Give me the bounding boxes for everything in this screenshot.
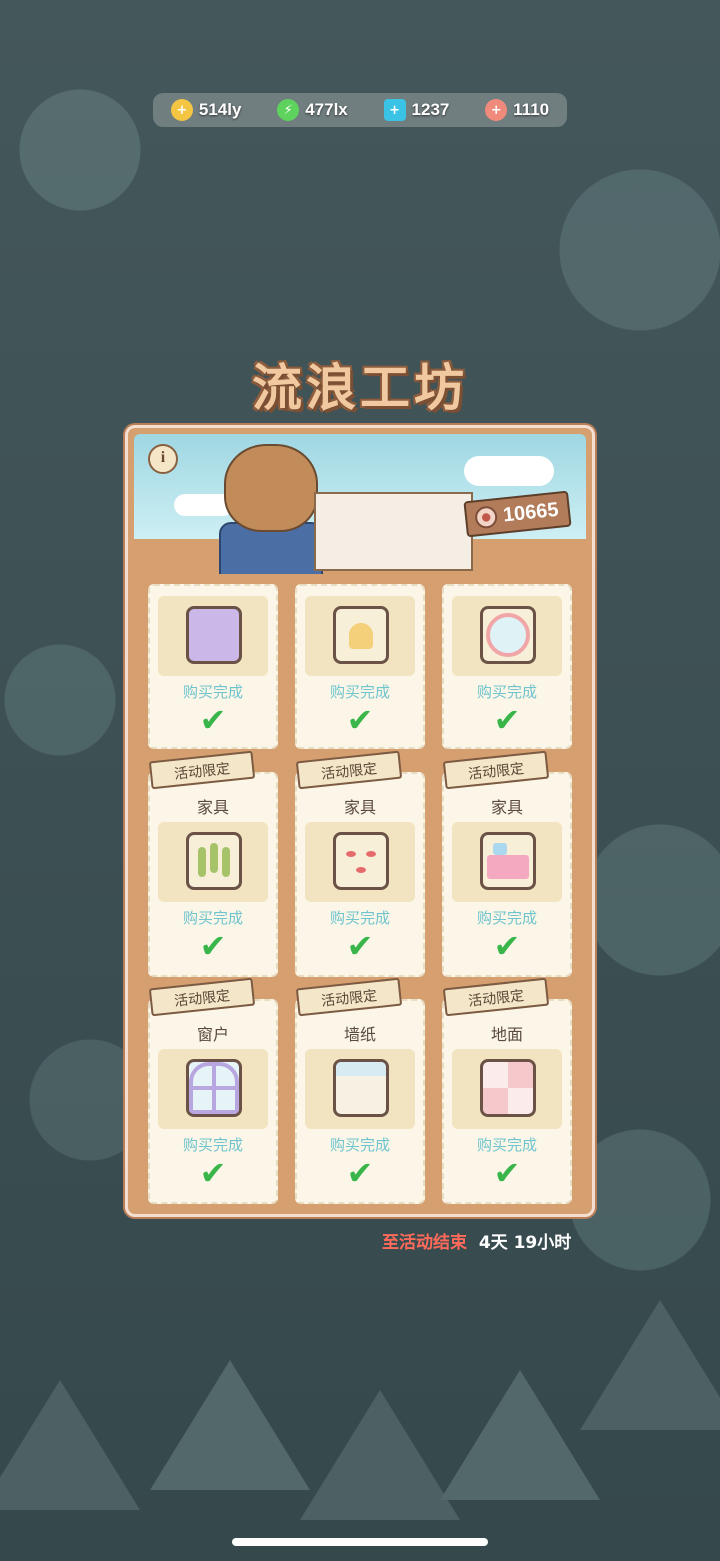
item-card[interactable]: 墙纸 购买完成 ✔ — [295, 999, 425, 1204]
item-card[interactable]: 地面 购买完成 ✔ — [442, 999, 572, 1204]
item-category: 墙纸 — [343, 1025, 376, 1044]
item-card[interactable]: 家具 购买完成 ✔ — [295, 772, 425, 977]
item-thumb-frame — [452, 1049, 562, 1129]
item-category: 家具 — [196, 798, 229, 817]
resource-gems[interactable]: + 1237 — [383, 99, 450, 121]
tree-decoration — [150, 1360, 310, 1490]
item-card[interactable]: 家具 购买完成 ✔ — [442, 772, 572, 977]
gem-icon: + — [383, 99, 406, 121]
item-category: 家具 — [490, 798, 523, 817]
item-status: 购买完成 — [476, 683, 537, 701]
plant-icon — [186, 832, 242, 890]
resource-coins[interactable]: + 514ly — [170, 99, 242, 121]
energy-icon: ⚡ — [277, 99, 300, 121]
item-thumb-frame — [305, 596, 415, 676]
item-thumb-frame — [158, 1049, 268, 1129]
resource-bar: + 514ly ⚡ 477lx + 1237 + 1110 — [153, 93, 567, 127]
timer-label: 至活动结束 — [382, 1233, 467, 1253]
mirror-icon — [480, 606, 536, 664]
item-card[interactable]: 购买完成 ✔ — [442, 584, 572, 749]
timer-value: 4天 19小时 — [478, 1233, 572, 1253]
item-status: 购买完成 — [476, 1136, 537, 1154]
gems-value: 1237 — [411, 100, 450, 119]
tree-decoration — [0, 1380, 140, 1510]
item-card[interactable]: 购买完成 ✔ — [148, 584, 278, 749]
item-card[interactable]: 窗户 购买完成 ✔ — [148, 999, 278, 1204]
item-thumb-frame — [158, 822, 268, 902]
score-sign: ● 10665 — [463, 490, 572, 538]
wardrobe-icon — [186, 606, 242, 664]
resource-energy[interactable]: ⚡ 477lx — [277, 99, 348, 121]
wall-decor-icon — [333, 832, 389, 890]
coin-icon: + — [170, 99, 193, 121]
item-status: 购买完成 — [329, 1136, 390, 1154]
item-card[interactable]: 家具 购买完成 ✔ — [148, 772, 278, 977]
check-icon: ✔ — [493, 1154, 521, 1192]
item-thumb-frame — [452, 822, 562, 902]
item-status: 购买完成 — [329, 683, 390, 701]
check-icon: ✔ — [199, 927, 227, 965]
check-icon: ✔ — [199, 701, 227, 739]
check-icon: ✔ — [493, 701, 521, 739]
shells-value: 1110 — [513, 100, 550, 119]
item-thumb-frame — [452, 596, 562, 676]
info-button[interactable]: i — [148, 444, 178, 474]
score-value: 10665 — [501, 498, 560, 526]
item-status: 购买完成 — [476, 909, 537, 927]
bell-icon — [333, 606, 389, 664]
check-icon: ✔ — [346, 701, 374, 739]
item-status: 购买完成 — [182, 909, 243, 927]
item-status: 购买完成 — [182, 683, 243, 701]
window-icon — [186, 1059, 242, 1117]
resource-shells[interactable]: + 1110 — [485, 99, 549, 121]
home-indicator[interactable] — [232, 1538, 488, 1546]
shell-icon: + — [485, 99, 508, 121]
wallpaper-icon — [333, 1059, 389, 1117]
bear-character-icon — [224, 444, 318, 532]
coins-value: 514ly — [198, 100, 242, 119]
workbench-illustration — [314, 492, 473, 571]
item-card[interactable]: 购买完成 ✔ — [295, 584, 425, 749]
check-icon: ✔ — [346, 1154, 374, 1192]
pin-icon: ● — [474, 505, 499, 530]
floor-icon — [480, 1059, 536, 1117]
workshop-banner: i ● 10665 — [134, 434, 586, 574]
item-thumb-frame — [305, 822, 415, 902]
workshop-panel: i ● 10665 购买完成 ✔ 购买完成 ✔ 购买完成 ✔ 家具 购买完成 ✔… — [125, 425, 595, 1217]
check-icon: ✔ — [346, 927, 374, 965]
page-title: 流浪工坊 — [252, 359, 468, 417]
tree-decoration — [440, 1370, 600, 1500]
tree-decoration — [300, 1390, 460, 1520]
item-status: 购买完成 — [329, 909, 390, 927]
item-category: 窗户 — [196, 1025, 229, 1044]
check-icon: ✔ — [493, 927, 521, 965]
sink-icon — [480, 832, 536, 890]
item-thumb-frame — [305, 1049, 415, 1129]
tree-decoration — [580, 1300, 720, 1430]
item-thumb-frame — [158, 596, 268, 676]
item-category: 家具 — [343, 798, 376, 817]
energy-value: 477lx — [305, 100, 348, 119]
item-category: 地面 — [490, 1025, 523, 1044]
event-timer: 至活动结束 4天 19小时 — [382, 1228, 571, 1253]
check-icon: ✔ — [199, 1154, 227, 1192]
cloud-decoration — [464, 456, 554, 486]
item-status: 购买完成 — [182, 1136, 243, 1154]
